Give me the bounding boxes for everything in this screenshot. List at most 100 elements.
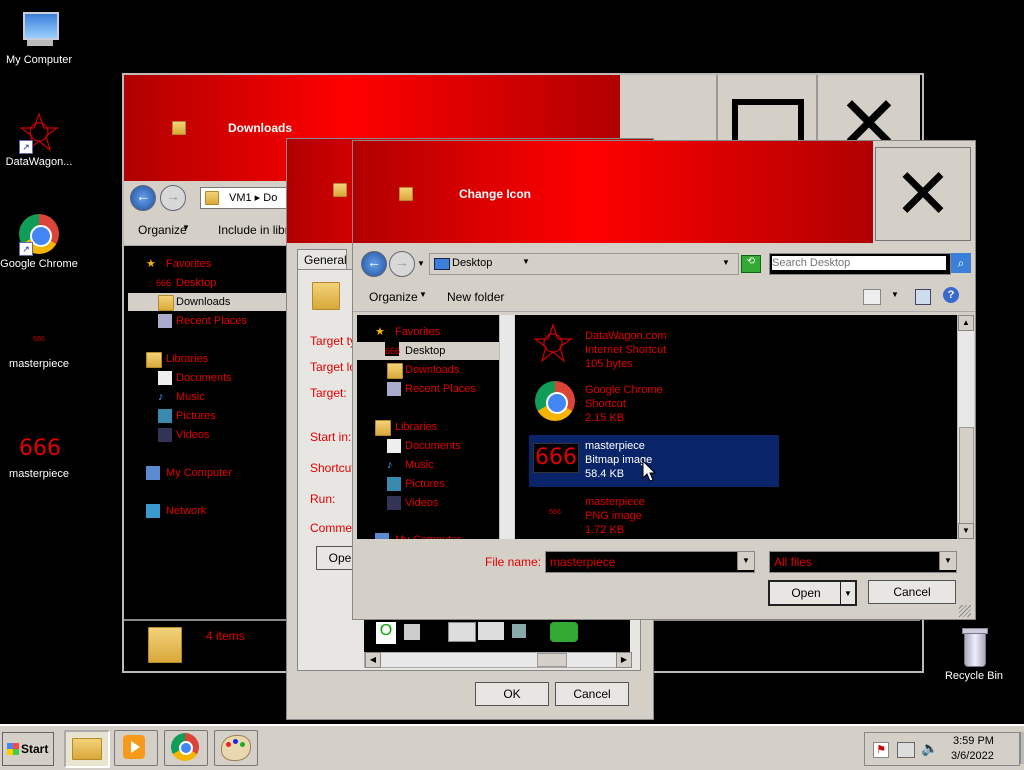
show-desktop-button[interactable] [1020,732,1024,764]
tab-general[interactable]: General [297,249,347,270]
chevron-down-icon[interactable]: ▼ [737,552,754,570]
file-name-input[interactable]: masterpiece [550,555,615,569]
icon-option[interactable] [448,622,476,642]
scroll-thumb[interactable] [537,653,567,667]
properties-cancel-button[interactable]: Cancel [555,682,629,706]
icon-option[interactable] [404,624,420,640]
desktop-icon-google-chrome[interactable]: ↗ Google Chrome [0,214,78,271]
clock-date[interactable]: 3/6/2022 [951,750,994,762]
scroll-left-arrow[interactable]: ◀ [365,652,381,668]
explorer-nav-pane: ★ Favorites 666 Desktop Downloads Recent P… [128,251,286,615]
properties-ok-button[interactable]: OK [475,682,549,706]
open-button[interactable]: Open [768,580,844,606]
icon-option[interactable] [478,622,504,640]
scroll-up-arrow[interactable]: ▲ [958,315,974,331]
nav-recent-places[interactable]: Recent Places [128,312,286,330]
refresh-icon[interactable]: ⟲ [741,255,761,273]
desktop-icon-datawagon[interactable]: ↗ DataWagon... [0,112,78,169]
nav-libraries[interactable]: Libraries [128,350,286,368]
forward-button[interactable]: → [160,185,186,211]
media-player-icon [123,735,145,759]
forward-button[interactable]: → [389,251,415,277]
help-icon[interactable]: ? [943,287,959,303]
scroll-thumb[interactable] [959,427,974,525]
close-button[interactable]: ✕ [875,147,971,241]
organize-menu[interactable]: Organize [138,223,187,237]
nav-my-computer[interactable]: My Computer [357,531,499,539]
start-button[interactable]: Start [2,732,54,766]
chevron-down-icon[interactable]: ▼ [939,552,956,570]
chevron-down-icon: ▼ [419,290,427,299]
cancel-button[interactable]: Cancel [868,580,956,604]
nav-downloads[interactable]: Downloads [357,361,499,379]
scroll-right-arrow[interactable]: ▶ [616,652,632,668]
address-history-chevron-icon[interactable]: ▼ [722,258,730,267]
desktop-icon-my-computer[interactable]: My Computer [0,10,78,67]
nav-music[interactable]: ♪ Music [357,456,499,474]
organize-menu[interactable]: Organize [369,290,418,304]
nav-libraries[interactable]: Libraries [357,418,499,436]
new-folder-button[interactable]: New folder [447,290,504,304]
nav-my-computer[interactable]: My Computer [128,464,286,482]
file-list-scrollbar[interactable]: ▲ ▼ [957,315,974,539]
icon-option[interactable] [512,624,526,638]
back-button[interactable]: ← [361,251,387,277]
file-name-combobox[interactable]: masterpiece ▼ [545,551,755,573]
include-in-library-menu[interactable]: Include in libra [218,223,295,237]
nav-favorites[interactable]: ★ Favorites [357,323,499,341]
desktop-icon-masterpiece-png[interactable]: 666 masterpiece [0,334,78,371]
scroll-down-arrow[interactable]: ▼ [958,523,974,539]
file-item-google-chrome[interactable]: Google Chrome Shortcut 2.15 KB [529,375,779,424]
taskbar-chrome-button[interactable] [164,730,208,766]
file-item-datawagon[interactable]: DataWagon.com Internet Shortcut 105 byte… [529,319,779,370]
nav-documents[interactable]: Documents [357,437,499,455]
desktop-icon-masterpiece-bmp[interactable]: 666 masterpiece [0,434,78,481]
nav-pictures[interactable]: Pictures [128,407,286,425]
views-icon[interactable] [863,289,881,305]
nav-pane-scrollbar[interactable] [499,315,514,539]
chevron-down-icon[interactable]: ▼ [522,257,530,266]
open-split-chevron-icon[interactable]: ▼ [840,580,857,606]
file-type-filter[interactable]: All files ▼ [769,551,957,573]
masterpiece-thumb-icon: 666 [33,336,45,343]
volume-icon[interactable]: 🔈 [921,740,938,757]
nav-videos[interactable]: Videos [357,494,499,512]
chrome-icon: ↗ [19,214,59,256]
change-icon-titlebar[interactable]: Change Icon [353,141,873,243]
icon-strip-scrollbar[interactable]: ◀ ▶ [364,652,632,668]
icon-option[interactable]: O [376,622,396,644]
taskbar-explorer-button[interactable] [64,730,110,768]
nav-downloads[interactable]: Downloads [128,293,286,311]
nav-music[interactable]: ♪ Music [128,388,286,406]
icon-option[interactable] [550,622,578,642]
file-item-masterpiece-png[interactable]: 666 masterpiece PNG image 1.72 KB [529,495,779,539]
search-box[interactable] [769,253,951,275]
chevron-down-icon[interactable]: ▼ [891,290,899,299]
nav-videos[interactable]: Videos [128,426,286,444]
explorer-address-bar[interactable]: VM1 ▸ Do [200,187,292,209]
taskbar-media-player-button[interactable] [114,730,158,766]
nav-desktop[interactable]: 666 Desktop [128,274,286,292]
nav-desktop[interactable]: 666 Desktop [357,342,499,360]
nav-recent-places[interactable]: Recent Places [357,380,499,398]
shortcut-arrow-icon: ↗ [19,242,33,256]
chevron-down-icon[interactable]: ▼ [417,259,425,268]
back-button[interactable]: ← [130,185,156,211]
nav-pictures[interactable]: Pictures [357,475,499,493]
network-icon[interactable] [897,742,915,758]
resize-grip-icon[interactable] [959,605,971,617]
desktop-icon-recycle-bin[interactable]: Recycle Bin [935,626,1013,683]
taskbar-paint-button[interactable] [214,730,258,766]
nav-documents[interactable]: Documents [128,369,286,387]
search-icon[interactable]: ⌕ [951,253,971,273]
action-center-flag-icon[interactable]: ⚑ [873,742,889,758]
nav-favorites[interactable]: ★ Favorites [128,255,286,273]
preview-pane-icon[interactable] [915,289,931,305]
search-input[interactable] [772,256,946,270]
address-text: Desktop [452,257,493,269]
music-icon: ♪ [158,391,164,403]
nav-network[interactable]: Network [128,502,286,520]
address-bar[interactable]: Desktop ▼ ▼ [429,253,739,275]
icon-option[interactable] [590,622,616,642]
clock-time[interactable]: 3:59 PM [953,735,994,747]
